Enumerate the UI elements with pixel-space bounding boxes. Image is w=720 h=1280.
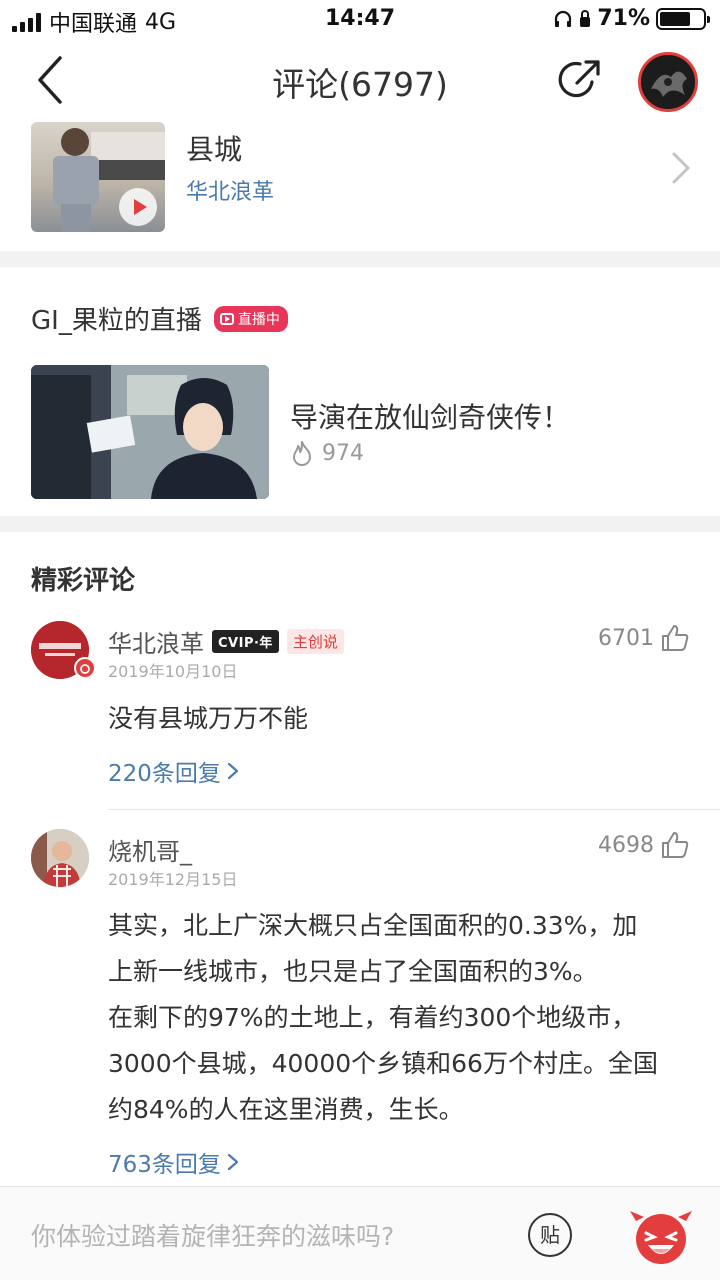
comment-input-bar: 你体验过踏着旋律狂奔的滋味吗? 贴 [0, 1186, 720, 1280]
battery-icon [656, 7, 710, 30]
live-tv-icon [219, 312, 234, 325]
comment-text-line: 上新一线城市，也只是占了全国面积的3%。 [108, 957, 598, 986]
like-button[interactable]: 6701 [598, 624, 690, 652]
status-bar: 中国联通 4G 14:47 71% [0, 0, 720, 38]
headphones-icon [555, 10, 572, 27]
comment-date: 2019年10月10日 [108, 662, 238, 681]
section-divider [0, 516, 720, 532]
share-button[interactable] [556, 56, 604, 104]
chevron-right-icon [227, 1153, 239, 1171]
live-badge-label: 直播中 [237, 311, 280, 328]
thumbs-up-icon [662, 625, 689, 651]
page-title: 评论(6797) [272, 65, 448, 104]
comment-text: 没有县城万万不能 [108, 704, 309, 733]
comment-username[interactable]: 华北浪革 [108, 624, 204, 659]
section-title: 精彩评论 [31, 566, 136, 596]
chevron-right-icon [227, 762, 239, 780]
comment-input[interactable]: 你体验过踏着旋律狂奔的滋味吗? [31, 1217, 394, 1253]
live-streamer-name: GI_果粒的直播 [31, 306, 202, 336]
comment-text: 其实，北上广深大概只占全国面积的0.33%，加 上新一线城市，也只是占了全国面积… [108, 903, 688, 1133]
like-count: 6701 [598, 625, 654, 651]
live-header[interactable]: GI_果粒的直播 直播中 [31, 300, 288, 337]
play-icon[interactable] [119, 188, 157, 226]
battery-fill [660, 11, 690, 26]
orientation-lock-icon [580, 9, 591, 27]
like-count: 4698 [598, 832, 654, 858]
creator-badge: 主创说 [286, 629, 344, 654]
replies-link[interactable]: 220条回复 [108, 754, 239, 788]
live-title[interactable]: 导演在放仙剑奇侠传！ [290, 396, 570, 436]
flame-icon [293, 441, 311, 466]
live-thumbnail-image [31, 365, 269, 499]
section-divider [0, 251, 720, 267]
live-thumbnail[interactable] [31, 365, 269, 499]
comment-user: 烧机哥_ [108, 832, 192, 867]
like-button[interactable]: 4698 [598, 831, 690, 859]
thumbs-up-icon [662, 832, 689, 858]
live-views-count: 974 [322, 440, 364, 466]
chevron-right-icon [672, 152, 690, 184]
song-title: 县城 [186, 133, 243, 166]
replies-count: 763条回复 [108, 1152, 221, 1178]
laughing-face-icon [630, 1211, 692, 1264]
creator-verified-icon [74, 657, 96, 679]
replies-link[interactable]: 763条回复 [108, 1145, 239, 1179]
comment-user: 华北浪革 CVIP·年 主创说 [108, 624, 344, 659]
comment-text-line: 3000个县城，40000个乡镇和66万个村庄。全国 [108, 1049, 658, 1078]
comment-text-line: 约84%的人在这里消费，生长。 [108, 1095, 464, 1124]
replies-count: 220条回复 [108, 761, 221, 787]
share-icon [558, 60, 600, 98]
comment-separator [108, 809, 720, 810]
avatar-image [31, 829, 89, 887]
emoji-button[interactable] [626, 1207, 696, 1267]
comment-username[interactable]: 烧机哥_ [108, 832, 192, 867]
playing-disc-button[interactable] [638, 52, 698, 112]
song-artist[interactable]: 华北浪革 [186, 174, 274, 206]
sticker-button[interactable]: 贴 [528, 1213, 572, 1257]
header: 评论(6797) [0, 40, 720, 124]
comment-text-line: 其实，北上广深大概只占全国面积的0.33%，加 [108, 911, 638, 940]
comment-text-line: 在剩下的97%的土地上，有着约300个地级市， [108, 1003, 637, 1032]
live-badge: 直播中 [213, 305, 288, 332]
song-row[interactable]: 县城 华北浪革 [0, 122, 720, 250]
battery-percent: 71% [597, 6, 650, 31]
disc-icon [641, 55, 695, 109]
song-cover [31, 122, 165, 232]
live-views: 974 [290, 440, 364, 466]
vip-badge: CVIP·年 [212, 630, 279, 653]
status-right: 71% [553, 6, 710, 31]
avatar[interactable] [31, 829, 89, 887]
comment-date: 2019年12月15日 [108, 870, 238, 889]
